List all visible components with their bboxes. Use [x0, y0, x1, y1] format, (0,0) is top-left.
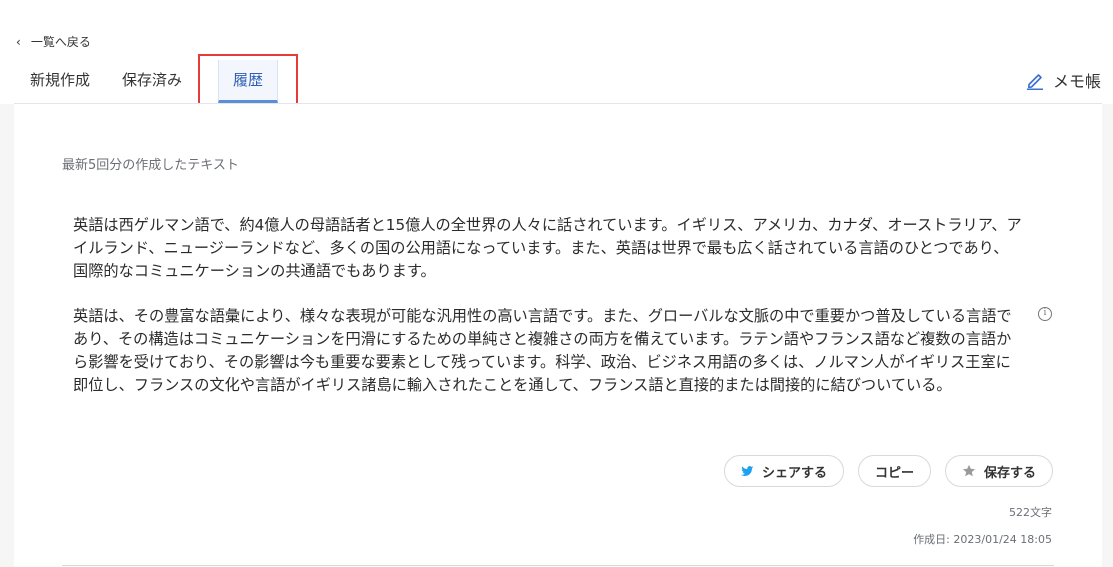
tab-history-label: 履歴	[218, 60, 279, 103]
chevron-left-icon: ‹	[16, 34, 21, 49]
generated-text: 英語は西ゲルマン語で、約4億人の母語話者と15億人の全世界の人々に話されています…	[73, 214, 1023, 419]
entry-divider	[62, 565, 1054, 566]
text-paragraph: 英語は、その豊富な語彙により、様々な表現が可能な汎用性の高い言語です。また、グロ…	[73, 307, 1012, 394]
star-icon	[962, 464, 976, 478]
pencil-icon	[1026, 74, 1043, 90]
memo-button[interactable]: メモ帳	[1025, 68, 1101, 92]
share-label: シェアする	[761, 465, 827, 481]
copy-button[interactable]: コピー	[857, 455, 931, 487]
history-subtitle: 最新5回分の作成したテキスト	[62, 158, 239, 173]
info-icon[interactable]: i	[1038, 307, 1052, 321]
back-link-label: 一覧へ戻る	[30, 35, 91, 49]
save-button[interactable]: 保存する	[944, 455, 1053, 487]
tab-new-label: 新規作成	[30, 71, 91, 89]
tab-history[interactable]: 履歴	[198, 54, 299, 110]
character-count: 522文字	[1009, 506, 1052, 519]
action-buttons: シェアする コピー 保存する	[723, 455, 1053, 487]
tab-saved-label: 保存済み	[122, 71, 183, 89]
share-button[interactable]: シェアする	[723, 455, 844, 487]
back-to-list-link[interactable]: ‹ 一覧へ戻る	[16, 33, 91, 50]
text-paragraph: 英語は西ゲルマン語で、約4億人の母語話者と15億人の全世界の人々に話されています…	[73, 216, 1022, 280]
copy-label: コピー	[874, 465, 914, 481]
tab-saved[interactable]: 保存済み	[106, 56, 198, 104]
history-panel: 最新5回分の作成したテキスト 英語は西ゲルマン語で、約4億人の母語話者と15億人…	[14, 104, 1102, 567]
save-label: 保存する	[983, 465, 1036, 481]
tab-new[interactable]: 新規作成	[14, 56, 106, 104]
twitter-icon	[740, 465, 754, 477]
top-bar: ‹ 一覧へ戻る 新規作成 保存済み 履歴 メモ帳	[0, 0, 1113, 110]
memo-label: メモ帳	[1052, 72, 1101, 91]
tab-bar: 新規作成 保存済み 履歴	[14, 54, 299, 110]
created-date: 作成日: 2023/01/24 18:05	[913, 533, 1052, 546]
